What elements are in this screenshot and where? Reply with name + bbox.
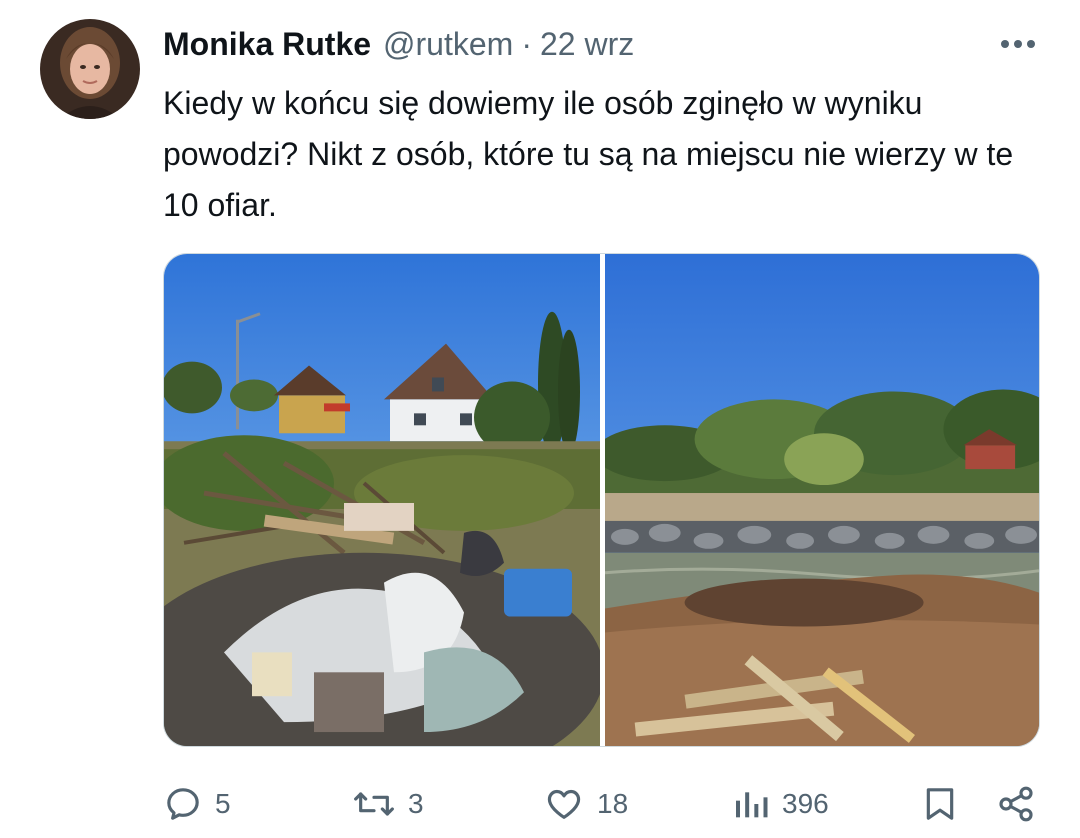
share-icon [999,786,1033,822]
retweet-icon [354,792,394,816]
riverbank-photo-image [605,254,1039,746]
reply-button[interactable]: 5 [163,778,231,830]
reply-count: 5 [215,788,231,819]
author-handle[interactable]: @rutkem [383,26,513,63]
photo-debris[interactable] [164,254,600,746]
photo-riverbank[interactable] [605,254,1039,746]
tweet-header: Monika Rutke @rutkem · 22 wrz [163,24,634,64]
more-button[interactable] [998,30,1038,58]
like-count: 18 [597,788,629,819]
more-dots-icon [1001,40,1035,48]
like-button[interactable]: 18 [543,778,628,830]
views-button[interactable]: 396 [732,778,829,830]
retweet-count: 3 [408,788,424,819]
author-name[interactable]: Monika Rutke [163,26,371,63]
like-icon [547,789,581,819]
views-icon [736,792,768,818]
media-grid [163,253,1040,747]
reply-icon [167,788,199,820]
tweet-text: Kiedy w końcu się dowiemy ile osób zginę… [163,85,1014,223]
avatar[interactable] [40,19,140,119]
share-button[interactable] [996,778,1036,830]
bookmark-icon [926,788,954,820]
avatar-image [40,19,140,119]
debris-photo-image [164,254,600,746]
tweet-date[interactable]: 22 wrz [540,26,634,63]
action-bar: 5 3 18 396 [0,778,1080,830]
bookmark-button[interactable] [920,778,960,830]
views-count: 396 [782,788,829,819]
header-separator: · [521,25,532,62]
retweet-button[interactable]: 3 [352,778,424,830]
